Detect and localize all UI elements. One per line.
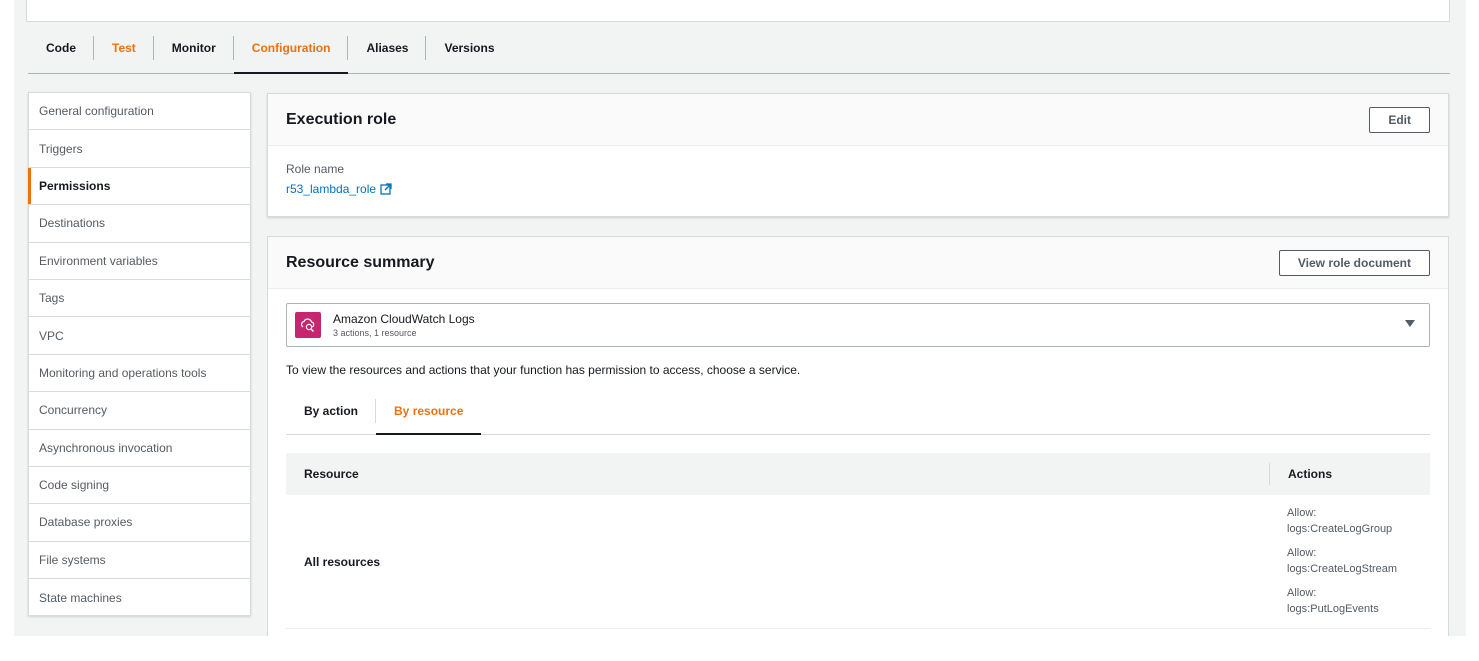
tab-label: Monitor (171, 40, 216, 55)
sidebar-item-tags[interactable]: Tags (29, 280, 250, 318)
edit-button[interactable]: Edit (1369, 106, 1430, 133)
sidebar-item-vpc[interactable]: VPC (29, 317, 250, 355)
action-entry: Allow: logs:CreateLogStream (1287, 545, 1397, 577)
resource-summary-body: Amazon CloudWatch Logs 3 actions, 1 reso… (268, 289, 1448, 629)
action-effect: Allow: (1287, 507, 1317, 519)
table-row: All resources Allow: logs:CreateLogGroup… (286, 495, 1430, 629)
resource-view-tabs: By action By resource (286, 387, 1430, 435)
view-role-document-button[interactable]: View role document (1278, 249, 1430, 276)
resource-table: Resource Actions All resources Allow: lo… (286, 453, 1430, 629)
role-name-label: Role name (286, 162, 345, 176)
sidebar-item-concurrency[interactable]: Concurrency (29, 392, 250, 430)
execution-role-panel: Execution role Edit Role name r53_lambda… (267, 93, 1449, 217)
sidebar-item-file-systems[interactable]: File systems (29, 542, 250, 580)
tab-configuration[interactable]: Configuration (233, 22, 349, 74)
service-summary: 3 actions, 1 resource (333, 328, 417, 338)
sidebar-item-environment-variables[interactable]: Environment variables (29, 243, 250, 280)
tab-label: Code (46, 40, 76, 55)
actions-cell: Allow: logs:CreateLogGroup Allow: logs:C… (1287, 505, 1397, 625)
tab-by-resource[interactable]: By resource (376, 387, 482, 435)
caret-down-icon (1405, 320, 1415, 327)
column-header-actions: Actions (1288, 467, 1333, 481)
tab-label: By resource (394, 403, 464, 418)
cloudwatch-logs-icon (295, 312, 321, 338)
tab-label: Configuration (251, 40, 331, 55)
sidebar-item-state-machines[interactable]: State machines (29, 579, 250, 616)
resource-summary-panel: Resource summary View role document Amaz… (267, 236, 1449, 636)
execution-role-header: Execution role Edit (268, 94, 1448, 146)
service-name: Amazon CloudWatch Logs (333, 312, 475, 326)
top-panel-edge (26, 0, 1450, 22)
sidebar-item-code-signing[interactable]: Code signing (29, 467, 250, 505)
action-effect: Allow: (1287, 587, 1317, 599)
tab-label: By action (304, 403, 359, 418)
tab-code[interactable]: Code (28, 22, 94, 73)
column-header-resource: Resource (304, 467, 359, 481)
sidebar-item-triggers[interactable]: Triggers (29, 130, 250, 168)
role-name-text: r53_lambda_role (286, 182, 377, 196)
action-entry: Allow: logs:CreateLogGroup (1287, 505, 1397, 537)
execution-role-body: Role name r53_lambda_role (268, 146, 1448, 212)
table-header: Resource Actions (286, 453, 1430, 495)
tab-label: Versions (444, 40, 495, 55)
configuration-sidebar: General configuration Triggers Permissio… (28, 92, 251, 616)
sidebar-item-asynchronous-invocation[interactable]: Asynchronous invocation (29, 430, 250, 467)
column-divider (1269, 463, 1270, 485)
action-name: logs:PutLogEvents (1287, 603, 1379, 615)
sidebar-item-monitoring-tools[interactable]: Monitoring and operations tools (29, 355, 250, 393)
tab-by-action[interactable]: By action (286, 387, 377, 434)
action-effect: Allow: (1287, 547, 1317, 559)
resource-cell: All resources (304, 555, 381, 569)
role-name-link[interactable]: r53_lambda_role (286, 182, 1430, 196)
resource-summary-title: Resource summary (286, 253, 435, 271)
sidebar-item-permissions[interactable]: Permissions (28, 167, 250, 206)
function-tabs: Code Test Monitor Configuration Aliases … (28, 22, 1450, 74)
external-link-icon (380, 183, 392, 195)
sidebar-item-database-proxies[interactable]: Database proxies (29, 504, 250, 542)
service-info: Amazon CloudWatch Logs 3 actions, 1 reso… (333, 312, 475, 338)
resource-summary-header: Resource summary View role document (268, 237, 1448, 289)
execution-role-title: Execution role (286, 110, 397, 128)
tab-label: Test (112, 40, 136, 55)
tab-versions[interactable]: Versions (426, 22, 512, 73)
sidebar-item-general-configuration[interactable]: General configuration (29, 93, 250, 131)
sidebar-item-destinations[interactable]: Destinations (29, 205, 250, 243)
action-name: logs:CreateLogStream (1287, 563, 1398, 575)
tab-test[interactable]: Test (94, 22, 154, 73)
tab-monitor[interactable]: Monitor (154, 22, 234, 73)
action-entry: Allow: logs:PutLogEvents (1287, 585, 1397, 617)
service-hint: To view the resources and actions that y… (286, 363, 801, 377)
tab-aliases[interactable]: Aliases (348, 22, 427, 73)
action-name: logs:CreateLogGroup (1287, 523, 1393, 535)
tab-label: Aliases (366, 40, 409, 55)
service-select[interactable]: Amazon CloudWatch Logs 3 actions, 1 reso… (286, 303, 1430, 347)
